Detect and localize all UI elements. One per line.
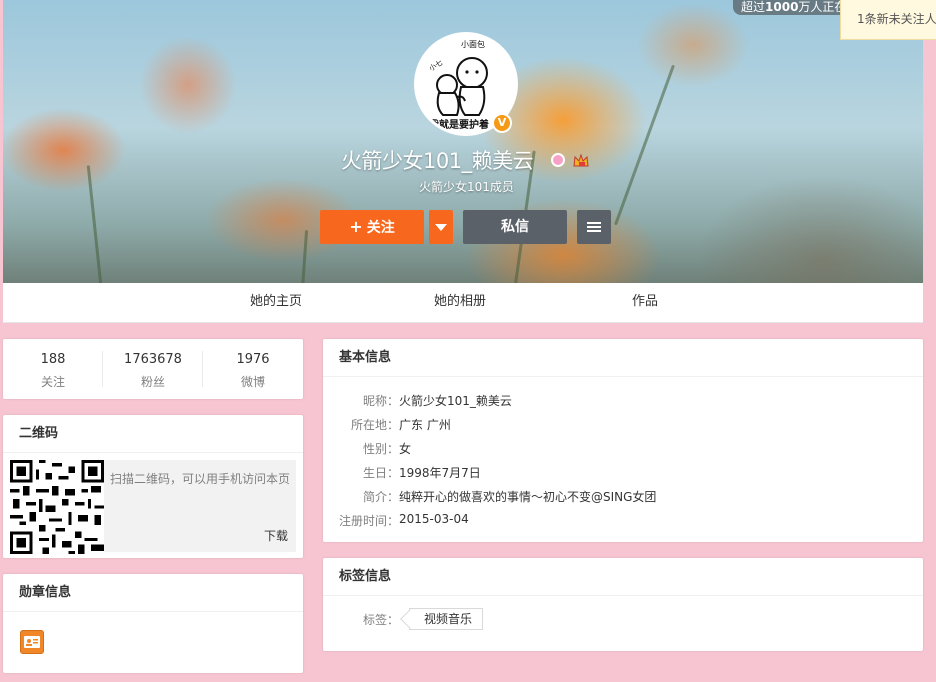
chevron-down-icon <box>435 223 447 231</box>
female-icon <box>551 153 565 167</box>
follow-button[interactable]: + 关注 <box>320 210 424 244</box>
medal-card: 勋章信息 <box>3 574 303 673</box>
follow-dropdown-button[interactable] <box>429 210 453 244</box>
card-title: 基本信息 <box>323 339 923 377</box>
tab-album[interactable]: 她的相册 <box>434 283 486 321</box>
info-key: 所在地： <box>339 416 399 436</box>
vip-crown-icon[interactable] <box>573 154 589 168</box>
info-key: 注册时间： <box>339 512 399 532</box>
info-key-text: 所在地： <box>350 418 399 432</box>
top-banner-pill[interactable]: 超过1000万人正在 <box>733 0 843 15</box>
tag-label: 标签： <box>363 613 400 627</box>
profile-tab-bar: 她的主页 她的相册 作品 <box>3 283 923 323</box>
stat-number: 188 <box>40 352 66 367</box>
info-value-text: 2015-03-04 <box>399 512 469 526</box>
pill-suffix: 万人正在 <box>798 0 843 14</box>
info-key-text: 注册时间： <box>338 514 399 528</box>
info-key-text: 简介： <box>362 490 399 504</box>
info-key: 昵称： <box>339 392 399 412</box>
stat-fans[interactable]: 1763678 粉丝 <box>103 339 203 399</box>
stats-card: 188 关注 1763678 粉丝 1976 微博 <box>3 339 303 399</box>
stat-label: 粉丝 <box>140 375 165 389</box>
tab-works[interactable]: 作品 <box>632 283 658 321</box>
card-title: 标签信息 <box>323 558 923 596</box>
info-key-text: 生日： <box>362 466 399 480</box>
info-key-text: 性别： <box>362 442 399 456</box>
flower-stem <box>300 229 309 283</box>
info-value-text: 1998年7月7日 <box>399 466 481 480</box>
follow-label: 关注 <box>366 220 395 236</box>
stat-label: 微博 <box>240 375 265 389</box>
more-menu-button[interactable] <box>577 210 611 244</box>
tab-home[interactable]: 她的主页 <box>250 283 302 321</box>
qr-hint-text: 扫描二维码，可以用手机访问本页 <box>110 472 291 486</box>
avatar-caption: 我就是要护着 <box>429 118 489 131</box>
tag-info-card: 标签信息 标签： 视频音乐 <box>323 558 923 651</box>
qrcode-card: 二维码 扫描二维码，可以用手机访问本页 下载 <box>3 415 303 558</box>
qr-download-link[interactable]: 下载 <box>264 527 288 544</box>
card-title: 二维码 <box>3 415 303 453</box>
profile-nickname: 火箭少女101_赖美云 <box>341 149 534 173</box>
stat-following[interactable]: 188 关注 <box>3 339 103 399</box>
basic-info-card: 基本信息 昵称： 火箭少女101_赖美云 所在地： 广东 广州 性别： 女 生日… <box>323 339 923 542</box>
flower-stem <box>614 64 675 226</box>
qr-hint-box: 扫描二维码，可以用手机访问本页 下载 <box>104 460 296 552</box>
cover-banner: 小面包 小七 我就是要护着 V 火箭少女101_赖美云 火箭少女101成员 + 关… <box>3 0 923 283</box>
message-button[interactable]: 私信 <box>463 210 567 244</box>
info-key: 简介： <box>339 488 399 508</box>
pill-prefix: 超过 <box>741 0 766 14</box>
plus-icon: + <box>349 217 363 236</box>
stat-posts[interactable]: 1976 微博 <box>203 339 303 399</box>
stat-number: 1763678 <box>124 352 182 367</box>
menu-icon <box>587 220 601 234</box>
medal-badge-icon[interactable] <box>20 630 44 654</box>
info-key: 性别： <box>339 440 399 460</box>
qr-code-image <box>10 460 104 554</box>
info-value-text: 火箭少女101_赖美云 <box>399 394 512 408</box>
card-title: 勋章信息 <box>3 574 303 612</box>
stat-number: 1976 <box>236 352 270 367</box>
tag-item[interactable]: 视频音乐 <box>409 608 484 630</box>
avatar-top-text: 小面包 <box>461 39 485 49</box>
id-card-icon <box>24 636 40 648</box>
info-key-text: 昵称： <box>362 394 399 408</box>
new-follower-notice[interactable]: 1条新未关注人 <box>840 0 936 40</box>
flower-stem <box>86 165 103 283</box>
pill-number: 1000 <box>765 0 799 14</box>
verified-icon: V <box>492 113 512 133</box>
info-value-text: 纯粹开心的做喜欢的事情～初心不变@SING女团 <box>399 490 657 504</box>
stat-label: 关注 <box>40 375 65 389</box>
info-value-text: 女 <box>399 442 412 456</box>
profile-subtitle: 火箭少女101成员 <box>419 180 514 194</box>
info-value-text: 广东 广州 <box>399 418 451 432</box>
info-key: 生日： <box>339 464 399 484</box>
